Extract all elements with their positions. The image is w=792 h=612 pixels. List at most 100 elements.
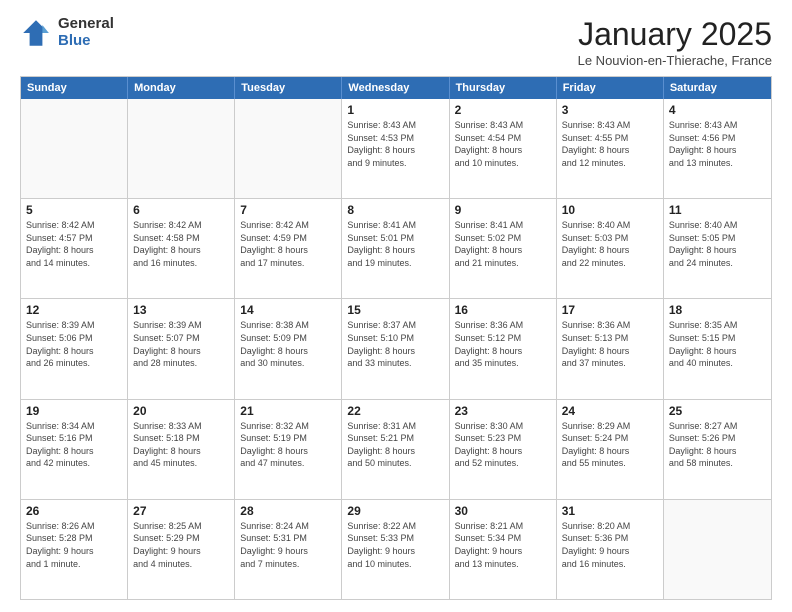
day-info: Sunrise: 8:36 AMSunset: 5:12 PMDaylight:… xyxy=(455,319,551,369)
week-row-2: 5Sunrise: 8:42 AMSunset: 4:57 PMDaylight… xyxy=(21,198,771,298)
day-info: Sunrise: 8:39 AMSunset: 5:06 PMDaylight:… xyxy=(26,319,122,369)
day-info: Sunrise: 8:29 AMSunset: 5:24 PMDaylight:… xyxy=(562,420,658,470)
header-cell-monday: Monday xyxy=(128,77,235,99)
day-number: 28 xyxy=(240,504,336,518)
logo-general: General xyxy=(58,16,114,33)
day-info: Sunrise: 8:35 AMSunset: 5:15 PMDaylight:… xyxy=(669,319,766,369)
day-number: 20 xyxy=(133,404,229,418)
day-info: Sunrise: 8:41 AMSunset: 5:02 PMDaylight:… xyxy=(455,219,551,269)
day-cell-11: 11 Sunrise: 8:40 AMSunset: 5:05 PMDayligh… xyxy=(664,199,771,298)
day-number: 1 xyxy=(347,103,443,117)
day-info: Sunrise: 8:34 AMSunset: 5:16 PMDaylight:… xyxy=(26,420,122,470)
day-number: 19 xyxy=(26,404,122,418)
day-cell-22: 22 Sunrise: 8:31 AMSunset: 5:21 PMDayligh… xyxy=(342,400,449,499)
day-number: 18 xyxy=(669,303,766,317)
day-number: 6 xyxy=(133,203,229,217)
day-cell-26: 26Sunrise: 8:26 AMSunset: 5:28 PMDayligh… xyxy=(21,500,128,599)
day-cell-9: 9 Sunrise: 8:41 AMSunset: 5:02 PMDaylight… xyxy=(450,199,557,298)
day-info: Sunrise: 8:30 AMSunset: 5:23 PMDaylight:… xyxy=(455,420,551,470)
header-cell-sunday: Sunday xyxy=(21,77,128,99)
day-cell-1: 1 Sunrise: 8:43 AMSunset: 4:53 PMDaylight… xyxy=(342,99,449,198)
day-cell-18: 18 Sunrise: 8:35 AMSunset: 5:15 PMDayligh… xyxy=(664,299,771,398)
calendar-body: 1 Sunrise: 8:43 AMSunset: 4:53 PMDaylight… xyxy=(21,99,771,599)
day-cell-3: 3 Sunrise: 8:43 AMSunset: 4:55 PMDaylight… xyxy=(557,99,664,198)
day-cell-23: 23 Sunrise: 8:30 AMSunset: 5:23 PMDayligh… xyxy=(450,400,557,499)
day-number: 13 xyxy=(133,303,229,317)
day-number: 31 xyxy=(562,504,658,518)
day-cell-8: 8 Sunrise: 8:41 AMSunset: 5:01 PMDaylight… xyxy=(342,199,449,298)
day-info: Sunrise: 8:41 AMSunset: 5:01 PMDaylight:… xyxy=(347,219,443,269)
page: General Blue January 2025 Le Nouvion-en-… xyxy=(0,0,792,612)
day-number: 16 xyxy=(455,303,551,317)
empty-cell xyxy=(664,500,771,599)
day-cell-4: 4 Sunrise: 8:43 AMSunset: 4:56 PMDaylight… xyxy=(664,99,771,198)
title-area: January 2025 Le Nouvion-en-Thierache, Fr… xyxy=(578,16,772,68)
day-number: 17 xyxy=(562,303,658,317)
logo: General Blue xyxy=(20,16,114,49)
day-cell-17: 17 Sunrise: 8:36 AMSunset: 5:13 PMDayligh… xyxy=(557,299,664,398)
day-cell-28: 28 Sunrise: 8:24 AMSunset: 5:31 PMDayligh… xyxy=(235,500,342,599)
day-cell-12: 12 Sunrise: 8:39 AMSunset: 5:06 PMDayligh… xyxy=(21,299,128,398)
day-number: 4 xyxy=(669,103,766,117)
header-cell-thursday: Thursday xyxy=(450,77,557,99)
day-info: Sunrise: 8:43 AMSunset: 4:54 PMDaylight:… xyxy=(455,119,551,169)
day-cell-19: 19 Sunrise: 8:34 AMSunset: 5:16 PMDayligh… xyxy=(21,400,128,499)
day-number: 7 xyxy=(240,203,336,217)
day-cell-30: 30Sunrise: 8:21 AMSunset: 5:34 PMDayligh… xyxy=(450,500,557,599)
day-number: 27 xyxy=(133,504,229,518)
day-number: 9 xyxy=(455,203,551,217)
day-info: Sunrise: 8:40 AMSunset: 5:05 PMDaylight:… xyxy=(669,219,766,269)
logo-blue: Blue xyxy=(58,33,114,50)
day-number: 3 xyxy=(562,103,658,117)
day-number: 23 xyxy=(455,404,551,418)
day-info: Sunrise: 8:20 AMSunset: 5:36 PMDaylight:… xyxy=(562,520,658,570)
empty-cell xyxy=(235,99,342,198)
empty-cell xyxy=(21,99,128,198)
day-info: Sunrise: 8:42 AMSunset: 4:59 PMDaylight:… xyxy=(240,219,336,269)
day-cell-14: 14 Sunrise: 8:38 AMSunset: 5:09 PMDayligh… xyxy=(235,299,342,398)
calendar-subtitle: Le Nouvion-en-Thierache, France xyxy=(578,53,772,68)
day-number: 2 xyxy=(455,103,551,117)
day-info: Sunrise: 8:21 AMSunset: 5:34 PMDaylight:… xyxy=(455,520,551,570)
day-info: Sunrise: 8:22 AMSunset: 5:33 PMDaylight:… xyxy=(347,520,443,570)
day-number: 25 xyxy=(669,404,766,418)
day-number: 11 xyxy=(669,203,766,217)
day-info: Sunrise: 8:43 AMSunset: 4:56 PMDaylight:… xyxy=(669,119,766,169)
day-number: 21 xyxy=(240,404,336,418)
day-info: Sunrise: 8:24 AMSunset: 5:31 PMDaylight:… xyxy=(240,520,336,570)
day-number: 22 xyxy=(347,404,443,418)
day-info: Sunrise: 8:36 AMSunset: 5:13 PMDaylight:… xyxy=(562,319,658,369)
logo-text: General Blue xyxy=(58,16,114,49)
day-info: Sunrise: 8:43 AMSunset: 4:55 PMDaylight:… xyxy=(562,119,658,169)
day-cell-16: 16 Sunrise: 8:36 AMSunset: 5:12 PMDayligh… xyxy=(450,299,557,398)
day-number: 14 xyxy=(240,303,336,317)
day-cell-5: 5Sunrise: 8:42 AMSunset: 4:57 PMDaylight… xyxy=(21,199,128,298)
header-cell-saturday: Saturday xyxy=(664,77,771,99)
day-info: Sunrise: 8:38 AMSunset: 5:09 PMDaylight:… xyxy=(240,319,336,369)
header-cell-friday: Friday xyxy=(557,77,664,99)
day-number: 15 xyxy=(347,303,443,317)
day-cell-20: 20 Sunrise: 8:33 AMSunset: 5:18 PMDayligh… xyxy=(128,400,235,499)
day-cell-21: 21Sunrise: 8:32 AMSunset: 5:19 PMDayligh… xyxy=(235,400,342,499)
day-info: Sunrise: 8:33 AMSunset: 5:18 PMDaylight:… xyxy=(133,420,229,470)
day-cell-15: 15 Sunrise: 8:37 AMSunset: 5:10 PMDayligh… xyxy=(342,299,449,398)
day-number: 5 xyxy=(26,203,122,217)
day-info: Sunrise: 8:37 AMSunset: 5:10 PMDaylight:… xyxy=(347,319,443,369)
day-info: Sunrise: 8:42 AMSunset: 4:58 PMDaylight:… xyxy=(133,219,229,269)
week-row-1: 1 Sunrise: 8:43 AMSunset: 4:53 PMDaylight… xyxy=(21,99,771,198)
day-number: 8 xyxy=(347,203,443,217)
day-cell-10: 10Sunrise: 8:40 AMSunset: 5:03 PMDayligh… xyxy=(557,199,664,298)
header: General Blue January 2025 Le Nouvion-en-… xyxy=(20,16,772,68)
empty-cell xyxy=(128,99,235,198)
logo-icon xyxy=(20,17,52,49)
calendar-header-row: SundayMondayTuesdayWednesdayThursdayFrid… xyxy=(21,77,771,99)
day-cell-13: 13 Sunrise: 8:39 AMSunset: 5:07 PMDayligh… xyxy=(128,299,235,398)
day-info: Sunrise: 8:39 AMSunset: 5:07 PMDaylight:… xyxy=(133,319,229,369)
day-number: 24 xyxy=(562,404,658,418)
day-number: 12 xyxy=(26,303,122,317)
day-cell-6: 6 Sunrise: 8:42 AMSunset: 4:58 PMDaylight… xyxy=(128,199,235,298)
day-cell-31: 31 Sunrise: 8:20 AMSunset: 5:36 PMDayligh… xyxy=(557,500,664,599)
day-info: Sunrise: 8:43 AMSunset: 4:53 PMDaylight:… xyxy=(347,119,443,169)
day-info: Sunrise: 8:27 AMSunset: 5:26 PMDaylight:… xyxy=(669,420,766,470)
day-info: Sunrise: 8:31 AMSunset: 5:21 PMDaylight:… xyxy=(347,420,443,470)
